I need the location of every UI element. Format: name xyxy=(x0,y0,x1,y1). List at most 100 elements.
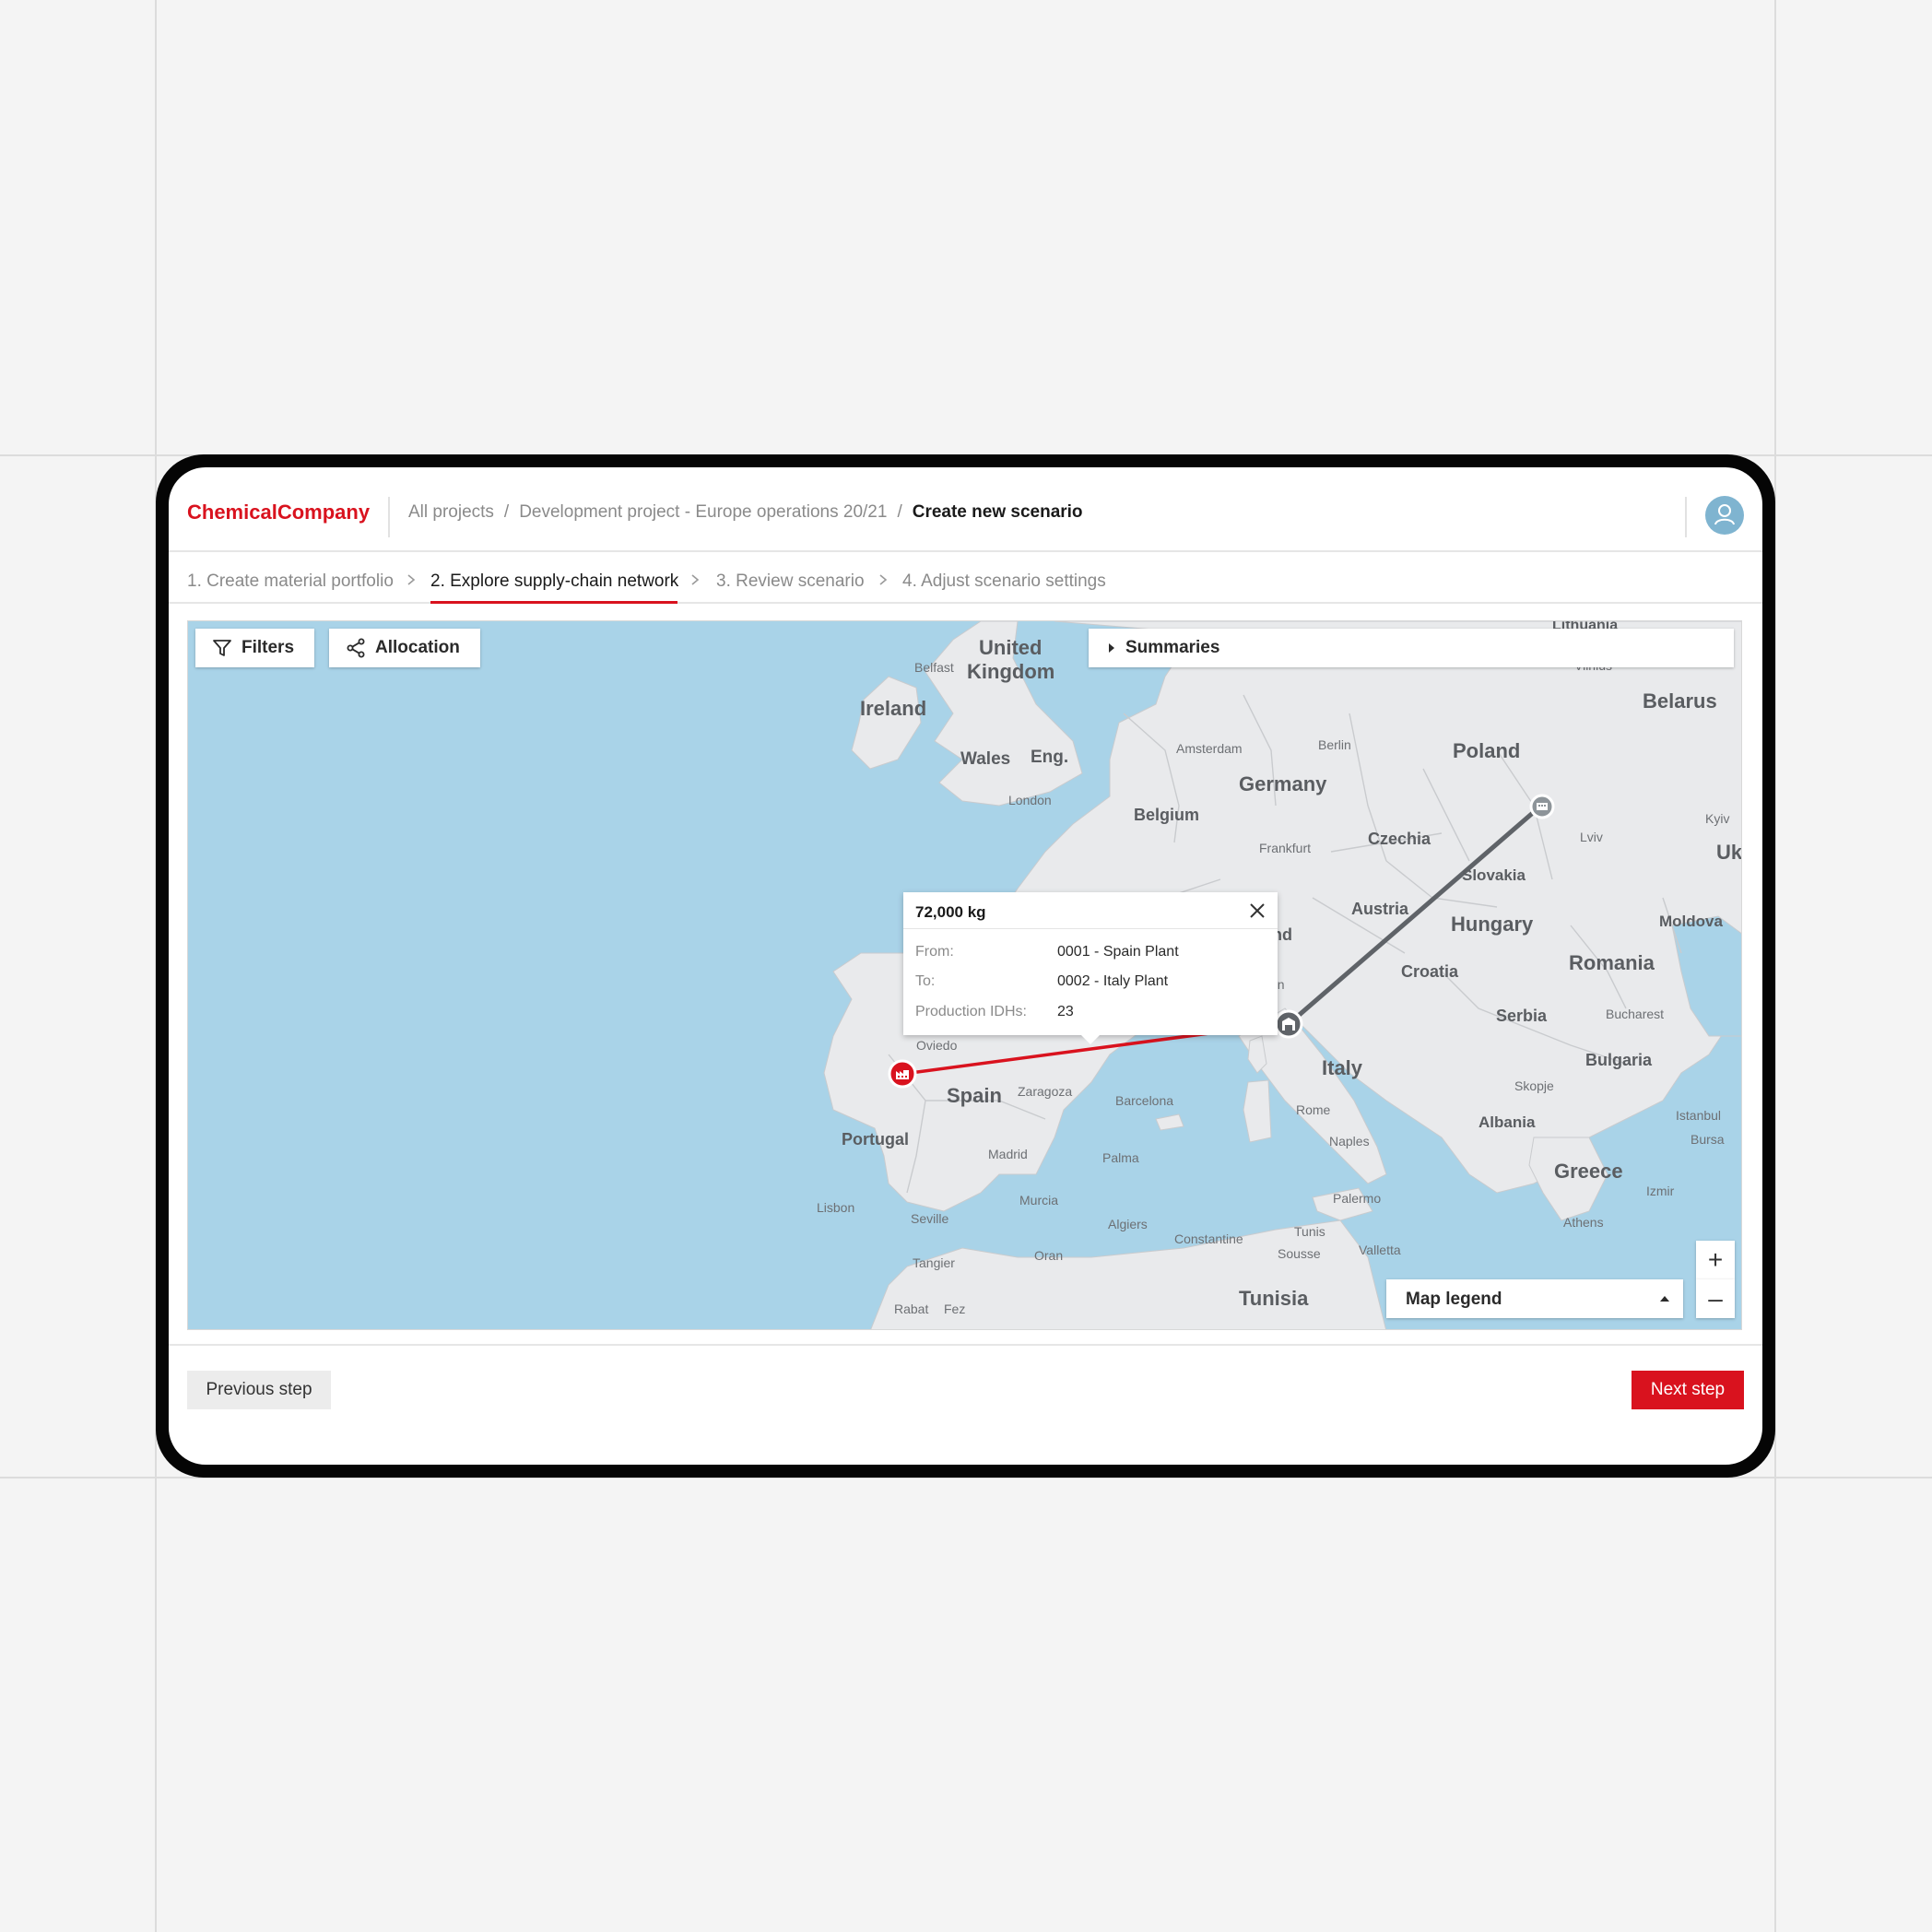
avatar[interactable] xyxy=(1705,496,1744,535)
map-label-country: Bulgaria xyxy=(1585,1051,1653,1069)
map-label-city: Oran xyxy=(1034,1248,1064,1263)
map-label-city: Palermo xyxy=(1333,1191,1382,1206)
popup-key: From: xyxy=(915,944,954,960)
map-label-country: Hungary xyxy=(1451,913,1534,936)
summaries-label: Summaries xyxy=(1125,638,1220,657)
filter-icon xyxy=(213,640,231,656)
map-label-country: Greece xyxy=(1554,1160,1623,1183)
step-explore-supply-chain[interactable]: 2. Explore supply-chain network xyxy=(430,571,678,592)
map-label-city: Rabat xyxy=(894,1302,929,1316)
map-label-country: Czechia xyxy=(1368,830,1431,848)
divider xyxy=(1685,497,1687,537)
map-label-city: Valletta xyxy=(1359,1243,1401,1257)
warehouse-icon[interactable] xyxy=(1273,1008,1304,1040)
caret-up-icon xyxy=(1660,1296,1669,1302)
map-label-country: Germany xyxy=(1239,772,1327,795)
step-review-scenario[interactable]: 3. Review scenario xyxy=(716,571,865,592)
previous-step-button[interactable]: Previous step xyxy=(187,1371,331,1409)
share-icon xyxy=(347,638,365,658)
summaries-toggle[interactable]: Summaries xyxy=(1089,629,1734,667)
popup-value: 0001 - Spain Plant xyxy=(1057,944,1179,960)
brand-logo[interactable]: ChemicalCompany xyxy=(187,501,370,524)
map-label-city: Tunis xyxy=(1294,1224,1325,1239)
breadcrumb-separator: / xyxy=(897,502,902,522)
map-label-city: Bursa xyxy=(1690,1132,1725,1147)
map-label-country: Portugal xyxy=(842,1130,910,1149)
map-label-country: Moldova xyxy=(1659,913,1723,930)
map-label-city: Zaragoza xyxy=(1018,1084,1073,1099)
allocation-button-label: Allocation xyxy=(375,638,460,657)
zoom-out-button[interactable]: – xyxy=(1696,1279,1735,1318)
chevron-right-icon xyxy=(879,574,888,585)
map-label-country: Poland xyxy=(1453,739,1521,762)
map-label-city: Palma xyxy=(1102,1150,1139,1165)
map-label-city: Frankfurt xyxy=(1259,841,1312,855)
map-label-city: Kyiv xyxy=(1705,811,1730,826)
active-step-indicator xyxy=(430,601,677,604)
user-icon xyxy=(1714,504,1735,525)
map-label-country: Romania xyxy=(1569,951,1655,974)
map-label-city: London xyxy=(1008,793,1052,807)
step-adjust-scenario-settings[interactable]: 4. Adjust scenario settings xyxy=(902,571,1106,592)
map-label-country: Albania xyxy=(1478,1113,1536,1131)
map-label-city: Algiers xyxy=(1108,1217,1148,1231)
map-label-city: Skopje xyxy=(1514,1078,1554,1093)
popup-title: 72,000 kg xyxy=(915,903,986,921)
breadcrumb-project[interactable]: Development project - Europe operations … xyxy=(519,502,887,523)
map-label-city: Amsterdam xyxy=(1176,741,1243,756)
breadcrumb: All projects / Development project - Eur… xyxy=(408,502,1083,523)
map-legend-dropdown[interactable]: Map legend xyxy=(1386,1279,1683,1318)
map-label-country: Belarus xyxy=(1643,689,1717,713)
warehouse-icon[interactable] xyxy=(1528,793,1556,820)
map-label-city: Tangier xyxy=(913,1255,955,1270)
popup-value: 23 xyxy=(1057,1004,1074,1019)
breadcrumb-separator: / xyxy=(503,502,510,522)
chevron-right-icon xyxy=(407,574,416,585)
map-label-country: Wales xyxy=(960,749,1011,769)
factory-icon[interactable] xyxy=(887,1058,918,1090)
stepper: 1. Create material portfolio 2. Explore … xyxy=(169,552,1762,604)
popup-value: 0002 - Italy Plant xyxy=(1057,973,1169,989)
breadcrumb-all-projects[interactable]: All projects xyxy=(408,502,494,523)
app-screen: ChemicalCompany All projects / Developme… xyxy=(169,467,1762,1465)
map-label-city: Izmir xyxy=(1646,1184,1675,1198)
map-label-city: Lviv xyxy=(1580,830,1603,844)
popup-header: 72,000 kg xyxy=(903,892,1278,929)
map-label-city: Sousse xyxy=(1278,1246,1321,1261)
map-label-country: Austria xyxy=(1351,900,1409,918)
filters-button[interactable]: Filters xyxy=(195,629,315,667)
breadcrumb-current: Create new scenario xyxy=(912,502,1083,522)
map-label-city: Lisbon xyxy=(817,1200,855,1215)
allocation-button[interactable]: Allocation xyxy=(329,629,480,667)
map-label-city: Istanbul xyxy=(1676,1108,1722,1123)
next-step-button[interactable]: Next step xyxy=(1632,1371,1744,1409)
map-label-country: Tunisia xyxy=(1239,1287,1309,1310)
map-label-country: Ireland xyxy=(860,697,927,720)
map-label-country: Italy xyxy=(1322,1056,1363,1079)
map-label-country: Kingdom xyxy=(967,660,1055,683)
supply-chain-map[interactable]: United Kingdom Ireland Wales Eng. Belgiu… xyxy=(187,620,1742,1330)
map-label-city: Fez xyxy=(944,1302,966,1316)
tablet-frame: ChemicalCompany All projects / Developme… xyxy=(156,454,1775,1478)
route-popup: 72,000 kg From: 0001 - Spain Plant To: 0… xyxy=(903,892,1278,1044)
map-label-city: Bucharest xyxy=(1606,1007,1665,1021)
map-label-country: Belgium xyxy=(1134,806,1200,824)
map-label-country: United xyxy=(979,636,1043,659)
caret-right-icon xyxy=(1109,643,1114,653)
map-label-city: Athens xyxy=(1563,1215,1604,1230)
header: ChemicalCompany All projects / Developme… xyxy=(169,467,1762,552)
map-label-city: Oviedo xyxy=(916,1038,958,1053)
step-create-material-portfolio[interactable]: 1. Create material portfolio xyxy=(187,571,394,592)
zoom-in-button[interactable]: + xyxy=(1696,1241,1735,1279)
map-label-city: Barcelona xyxy=(1115,1093,1174,1108)
map-label-city: Belfast xyxy=(914,660,954,675)
map-label-city: Berlin xyxy=(1318,737,1351,752)
map-legend-label: Map legend xyxy=(1406,1290,1502,1309)
map-label-country: Uk xyxy=(1716,841,1742,864)
map-label-country: Serbia xyxy=(1496,1007,1548,1025)
popup-pointer xyxy=(1080,1034,1101,1044)
map-label-country: Eng. xyxy=(1031,748,1069,767)
popup-key: Production IDHs: xyxy=(915,1004,1027,1019)
close-icon[interactable] xyxy=(1246,900,1268,922)
map-label-city: Madrid xyxy=(988,1147,1028,1161)
